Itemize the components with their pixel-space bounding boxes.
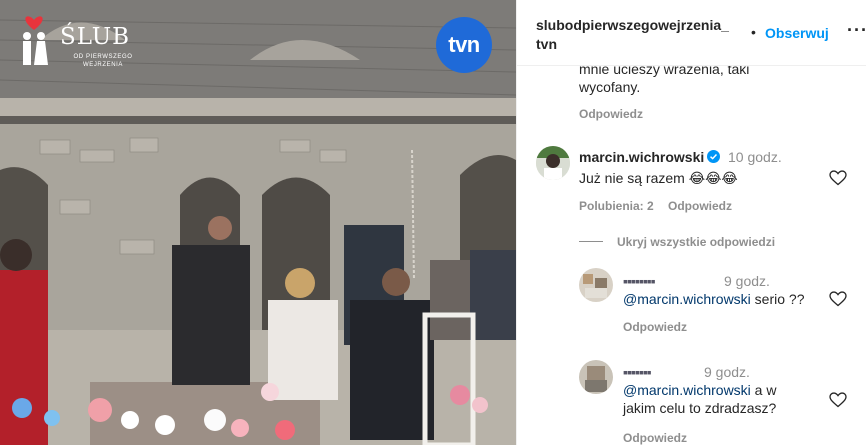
avatar-image-blurred [579, 360, 613, 394]
post-author-username-line1[interactable]: slubodpierwszegowejrzenia_ [536, 17, 729, 33]
verified-badge-icon [707, 150, 721, 163]
comment-author[interactable]: marcin.wichrowski [579, 148, 721, 166]
reply-text: @marcin.wichrowski serio ?? [623, 290, 805, 308]
reply-mention-link[interactable]: @marcin.wichrowski [623, 291, 751, 307]
show-logo-subtitle-1: OD PIERWSZEGO [73, 54, 133, 60]
more-options-icon[interactable]: ··· [847, 20, 866, 41]
prev-comment-partial-text: mnie ucieszy wrażenia, taki [579, 66, 750, 77]
heart-icon[interactable] [829, 392, 847, 408]
hide-replies-divider [579, 241, 603, 242]
reply-text: @marcin.wichrowski a w jakim celu to zdr… [623, 381, 823, 417]
heart-icon[interactable] [829, 291, 847, 307]
comment-author-username[interactable]: marcin.wichrowski [579, 149, 704, 165]
reply-text-body-line2: jakim celu to zdradzasz? [623, 400, 777, 416]
reply-reply-button[interactable]: Odpowiedz [623, 320, 687, 334]
reply-text-body: a w [750, 382, 777, 398]
reply-author-username[interactable]: ▪▪▪▪▪▪▪ [623, 363, 652, 381]
post-media[interactable]: ŚLUB OD PIERWSZEGO WEJRZENIA tvn [0, 0, 516, 445]
comments-panel: slubodpierwszegowejrzenia_ tvn • Obserwu… [516, 0, 866, 445]
avatar-image-blurred [579, 268, 613, 302]
avatar[interactable] [579, 268, 613, 302]
avatar[interactable] [579, 360, 613, 394]
show-logo: ŚLUB OD PIERWSZEGO WEJRZENIA [14, 14, 140, 72]
show-logo-subtitle-2: WEJRZENIA [82, 62, 124, 68]
hide-replies-button[interactable]: Ukryj wszystkie odpowiedzi [617, 235, 775, 249]
comment-likes-count[interactable]: Polubienia: 2 [579, 199, 654, 213]
avatar-image [536, 146, 570, 180]
comment-reply-button[interactable]: Odpowiedz [668, 199, 732, 213]
comment-time: 10 godz. [728, 149, 782, 165]
prev-comment-reply-button[interactable]: Odpowiedz [579, 107, 643, 121]
reply-text-body: serio ?? [750, 291, 805, 307]
follow-button[interactable]: Obserwuj [765, 25, 829, 41]
show-logo-subtitle: OD PIERWSZEGO WEJRZENIA [70, 53, 136, 69]
separator-dot: • [751, 24, 756, 40]
tvn-channel-logo: tvn [436, 17, 492, 73]
heart-icon[interactable] [829, 170, 847, 186]
bride-groom-icon [23, 16, 48, 65]
comment-text: Już nie są razem 😂😂😂 [579, 170, 738, 186]
post-header: slubodpierwszegowejrzenia_ tvn • Obserwu… [517, 0, 866, 66]
reply-mention-link[interactable]: @marcin.wichrowski [623, 382, 751, 398]
post-author-username-line2[interactable]: tvn [536, 36, 557, 52]
avatar[interactable] [536, 146, 570, 180]
comments-list[interactable]: mnie ucieszy wrażenia, taki wycofany. Od… [517, 66, 866, 445]
reply-reply-button[interactable]: Odpowiedz [623, 431, 687, 445]
show-logo-title: ŚLUB [60, 24, 131, 50]
reply-author-username[interactable]: ▪▪▪▪▪▪▪▪ [623, 272, 656, 290]
reply-time: 9 godz. [724, 273, 770, 289]
post-author-username[interactable]: slubodpierwszegowejrzenia_ tvn [536, 16, 756, 54]
reply-time: 9 godz. [704, 364, 750, 380]
prev-comment-tail-text: wycofany. [579, 79, 641, 95]
